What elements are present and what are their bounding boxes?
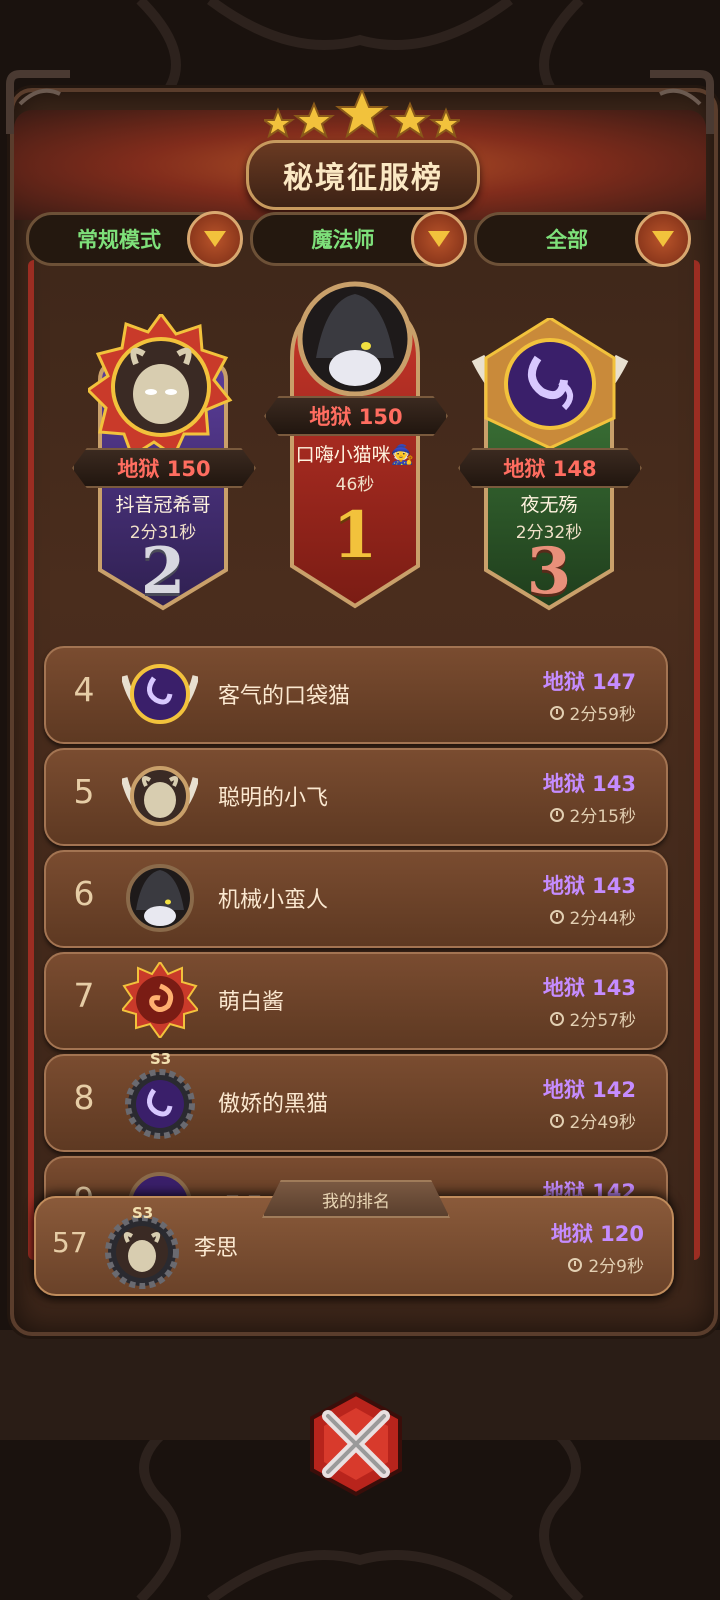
player-name: 傲娇的黑猫	[218, 1092, 329, 1117]
list-item[interactable]: 8 S3 傲娇的黑猫 地狱 142 2分49秒	[44, 1050, 668, 1152]
corner-ornament-right	[650, 70, 714, 134]
close-button[interactable]	[300, 1388, 412, 1500]
corner-ornament-left	[6, 70, 70, 134]
season-badge: S3	[132, 1204, 154, 1222]
player-score: 地狱 147	[542, 670, 636, 694]
podium-third-score: 地狱 148	[458, 448, 642, 488]
my-rank-number: 57	[52, 1226, 88, 1259]
chevron-down-icon[interactable]	[187, 211, 243, 267]
podium-first-avatar[interactable]	[296, 280, 414, 398]
player-time: 2分59秒	[549, 700, 636, 725]
mode-filter-dropdown[interactable]: 常规模式	[26, 211, 243, 267]
list-item[interactable]: 7 萌白酱 地狱 143 2分57秒	[44, 952, 668, 1050]
podium-first-score: 地狱 150	[264, 396, 448, 436]
list-item[interactable]: 6 机械小蛮人 地狱 143 2分44秒	[44, 850, 668, 948]
season-badge: S3	[150, 1050, 172, 1068]
score-text: 地狱 150	[309, 405, 403, 429]
player-time: 2分49秒	[549, 1108, 636, 1133]
clock-icon	[549, 807, 564, 822]
my-time: 2分9秒	[568, 1252, 644, 1277]
purple-moon-s3-avatar-icon	[125, 1069, 195, 1139]
score-text: 地狱 150	[117, 457, 211, 481]
clock-icon	[549, 705, 564, 720]
rank-number: 6	[73, 874, 95, 913]
clock-icon	[549, 1011, 564, 1026]
player-score: 地狱 142	[542, 1078, 636, 1102]
podium-second-name: 抖音冠希哥	[115, 494, 211, 516]
rank-number: 4	[73, 670, 95, 709]
my-rank-label: 我的排名	[322, 1191, 390, 1212]
my-rank-tab: 我的排名	[262, 1180, 450, 1218]
podium-second-avatar[interactable]	[88, 314, 234, 460]
podium-first-name: 口嗨小猫咪🧙	[295, 444, 415, 466]
rank-number: 5	[73, 772, 95, 811]
player-time: 2分15秒	[549, 802, 636, 827]
player-score: 地狱 143	[542, 772, 636, 796]
podium-third-name: 夜无殇	[520, 494, 578, 516]
rank-number: 7	[73, 976, 95, 1015]
stars-icon	[264, 90, 460, 139]
clock-icon	[568, 1257, 583, 1272]
clock-icon	[549, 909, 564, 924]
score-text: 地狱 148	[503, 457, 597, 481]
my-score: 地狱 120	[550, 1222, 644, 1246]
player-time: 2分44秒	[549, 904, 636, 929]
time-text: 2分59秒	[569, 705, 636, 725]
time-text: 2分15秒	[569, 807, 636, 827]
list-item[interactable]: 4 客气的口袋猫 地狱 147 2分59秒	[44, 646, 668, 744]
rank-number: 8	[73, 1078, 95, 1117]
fire-swirl-avatar-icon	[122, 962, 198, 1038]
podium-first-time: 46秒	[335, 475, 375, 495]
podium-first-rank: 1	[332, 498, 378, 573]
chevron-down-icon[interactable]	[411, 211, 467, 267]
title-text: 秘境征服榜	[283, 161, 443, 196]
purple-moon-wings-avatar-icon	[122, 664, 198, 724]
page-title: 秘境征服榜	[246, 140, 480, 210]
player-name: 萌白酱	[218, 990, 285, 1015]
player-time: 2分57秒	[549, 1006, 636, 1031]
hooded-wizard-avatar-icon	[126, 864, 194, 932]
player-score: 地狱 143	[542, 976, 636, 1000]
podium-second-score: 地狱 150	[72, 448, 256, 488]
list-item[interactable]: 5 聪明的小飞 地狱 143 2分15秒	[44, 748, 668, 846]
player-name: 机械小蛮人	[218, 888, 329, 913]
my-name: 李思	[194, 1236, 239, 1261]
podium-third-rank: 3	[526, 534, 572, 609]
player-name: 聪明的小飞	[218, 786, 329, 811]
goblin-wings-avatar-icon	[122, 766, 198, 826]
podium-second-rank: 2	[140, 534, 186, 609]
chevron-down-icon[interactable]	[635, 211, 691, 267]
player-score: 地狱 143	[542, 874, 636, 898]
time-text: 2分57秒	[569, 1011, 636, 1031]
time-text: 2分9秒	[588, 1257, 644, 1277]
class-filter-dropdown[interactable]: 魔法师	[250, 211, 467, 267]
clock-icon	[549, 1113, 564, 1128]
time-text: 2分44秒	[569, 909, 636, 929]
podium-third-avatar[interactable]	[468, 318, 632, 448]
player-name: 客气的口袋猫	[218, 684, 351, 709]
time-text: 2分49秒	[569, 1113, 636, 1133]
scope-filter-dropdown[interactable]: 全部	[474, 211, 691, 267]
